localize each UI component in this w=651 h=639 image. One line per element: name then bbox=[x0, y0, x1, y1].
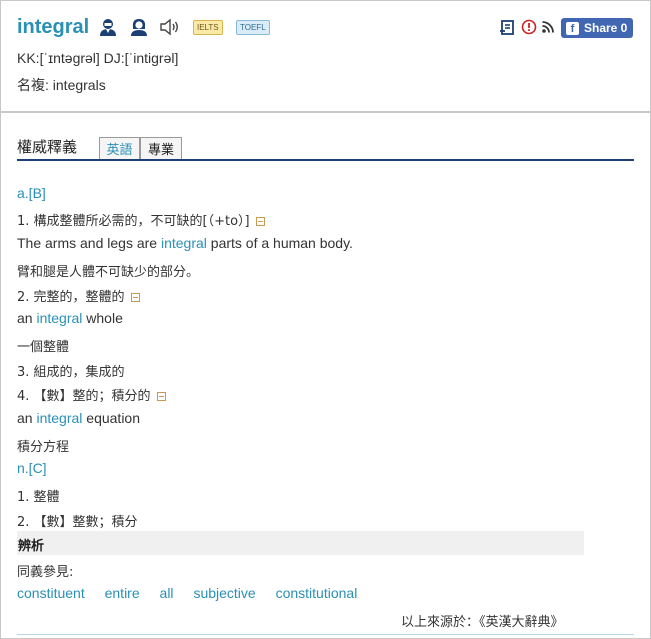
section-title: 權威釋義 bbox=[17, 138, 78, 156]
synonym-link[interactable]: entire bbox=[105, 585, 140, 601]
example-translation: 積分方程 bbox=[17, 440, 70, 455]
definition-text: 2. 完整的，整體的 bbox=[17, 290, 125, 305]
tab-english[interactable]: 英語 bbox=[99, 137, 140, 159]
definition-text: 1. 整體 bbox=[17, 490, 60, 505]
word-header: integral IELTS TOEFL f Share 0 KK:[ˈɪntə… bbox=[0, 0, 651, 113]
synonym-link[interactable]: constituent bbox=[17, 585, 85, 601]
example-text: The arms and legs are bbox=[17, 235, 161, 251]
report-icon[interactable] bbox=[520, 16, 538, 38]
example-sentence: an integral equation bbox=[17, 410, 140, 426]
analysis-title: 辨析 bbox=[18, 539, 45, 554]
definition-text: 1. 構成整體所必需的，不可缺的[（+to）] bbox=[17, 214, 250, 229]
female-voice-icon[interactable] bbox=[128, 16, 150, 38]
source-attribution: 以上來源於：《英漢大辭典》 bbox=[401, 615, 564, 630]
definition-text: 3. 組成的，集成的 bbox=[17, 365, 125, 380]
definition-item: 2. 完整的，整體的 bbox=[17, 286, 140, 305]
example-text: an bbox=[17, 410, 37, 426]
male-voice-icon[interactable] bbox=[97, 16, 119, 38]
speaker-icon[interactable] bbox=[158, 16, 182, 38]
definition-item: 4. 【數】整的；積分的 bbox=[17, 385, 166, 404]
section-divider bbox=[17, 159, 634, 161]
example-text: equation bbox=[82, 410, 140, 426]
example-sentence: an integral whole bbox=[17, 310, 123, 326]
example-text: parts of a human body. bbox=[206, 235, 353, 251]
definition-item: 1. 構成整體所必需的，不可缺的[（+to）] bbox=[17, 210, 265, 229]
bottom-divider bbox=[17, 634, 634, 635]
highlight-word: integral bbox=[36, 310, 83, 326]
facebook-share-button[interactable]: f Share 0 bbox=[561, 18, 633, 38]
synonym-links: constituent entire all subjective consti… bbox=[17, 585, 373, 601]
phonetic-transcription: KK:[ˈɪntəgrəl] DJ:[ˈintigrəl] bbox=[17, 50, 179, 66]
pos-noun: n.[C] bbox=[17, 460, 47, 476]
toefl-badge: TOEFL bbox=[236, 20, 270, 35]
synonym-link[interactable]: constitutional bbox=[276, 585, 358, 601]
example-text: an bbox=[17, 310, 37, 326]
synonym-link[interactable]: all bbox=[160, 585, 174, 601]
see-also-label: 同義參見: bbox=[17, 565, 74, 580]
collapse-icon[interactable] bbox=[130, 292, 140, 302]
example-text: whole bbox=[82, 310, 123, 326]
example-sentence: The arms and legs are integral parts of … bbox=[17, 235, 353, 251]
collapse-icon[interactable] bbox=[255, 216, 265, 226]
pos-adjective: a.[B] bbox=[17, 185, 46, 201]
synonym-link[interactable]: subjective bbox=[193, 585, 255, 601]
share-count-label: Share 0 bbox=[584, 21, 628, 35]
definition-text: 2. 【數】整數；積分 bbox=[17, 515, 138, 530]
highlight-word: integral bbox=[160, 235, 207, 251]
example-translation: 臂和腿是人體不可缺少的部分。 bbox=[17, 265, 200, 280]
example-translation: 一個整體 bbox=[17, 340, 70, 355]
wordbook-add-icon[interactable] bbox=[498, 16, 516, 38]
headword: integral bbox=[17, 16, 90, 38]
analysis-header: 辨析 bbox=[17, 531, 584, 555]
plural-form: 名複: integrals bbox=[17, 77, 106, 93]
facebook-icon: f bbox=[566, 21, 579, 35]
collapse-icon[interactable] bbox=[156, 391, 166, 401]
rss-icon[interactable] bbox=[540, 16, 556, 38]
definition-text: 4. 【數】整的；積分的 bbox=[17, 389, 151, 404]
highlight-word: integral bbox=[36, 410, 83, 426]
ielts-badge: IELTS bbox=[193, 20, 223, 35]
tab-professional[interactable]: 專業 bbox=[140, 137, 182, 159]
